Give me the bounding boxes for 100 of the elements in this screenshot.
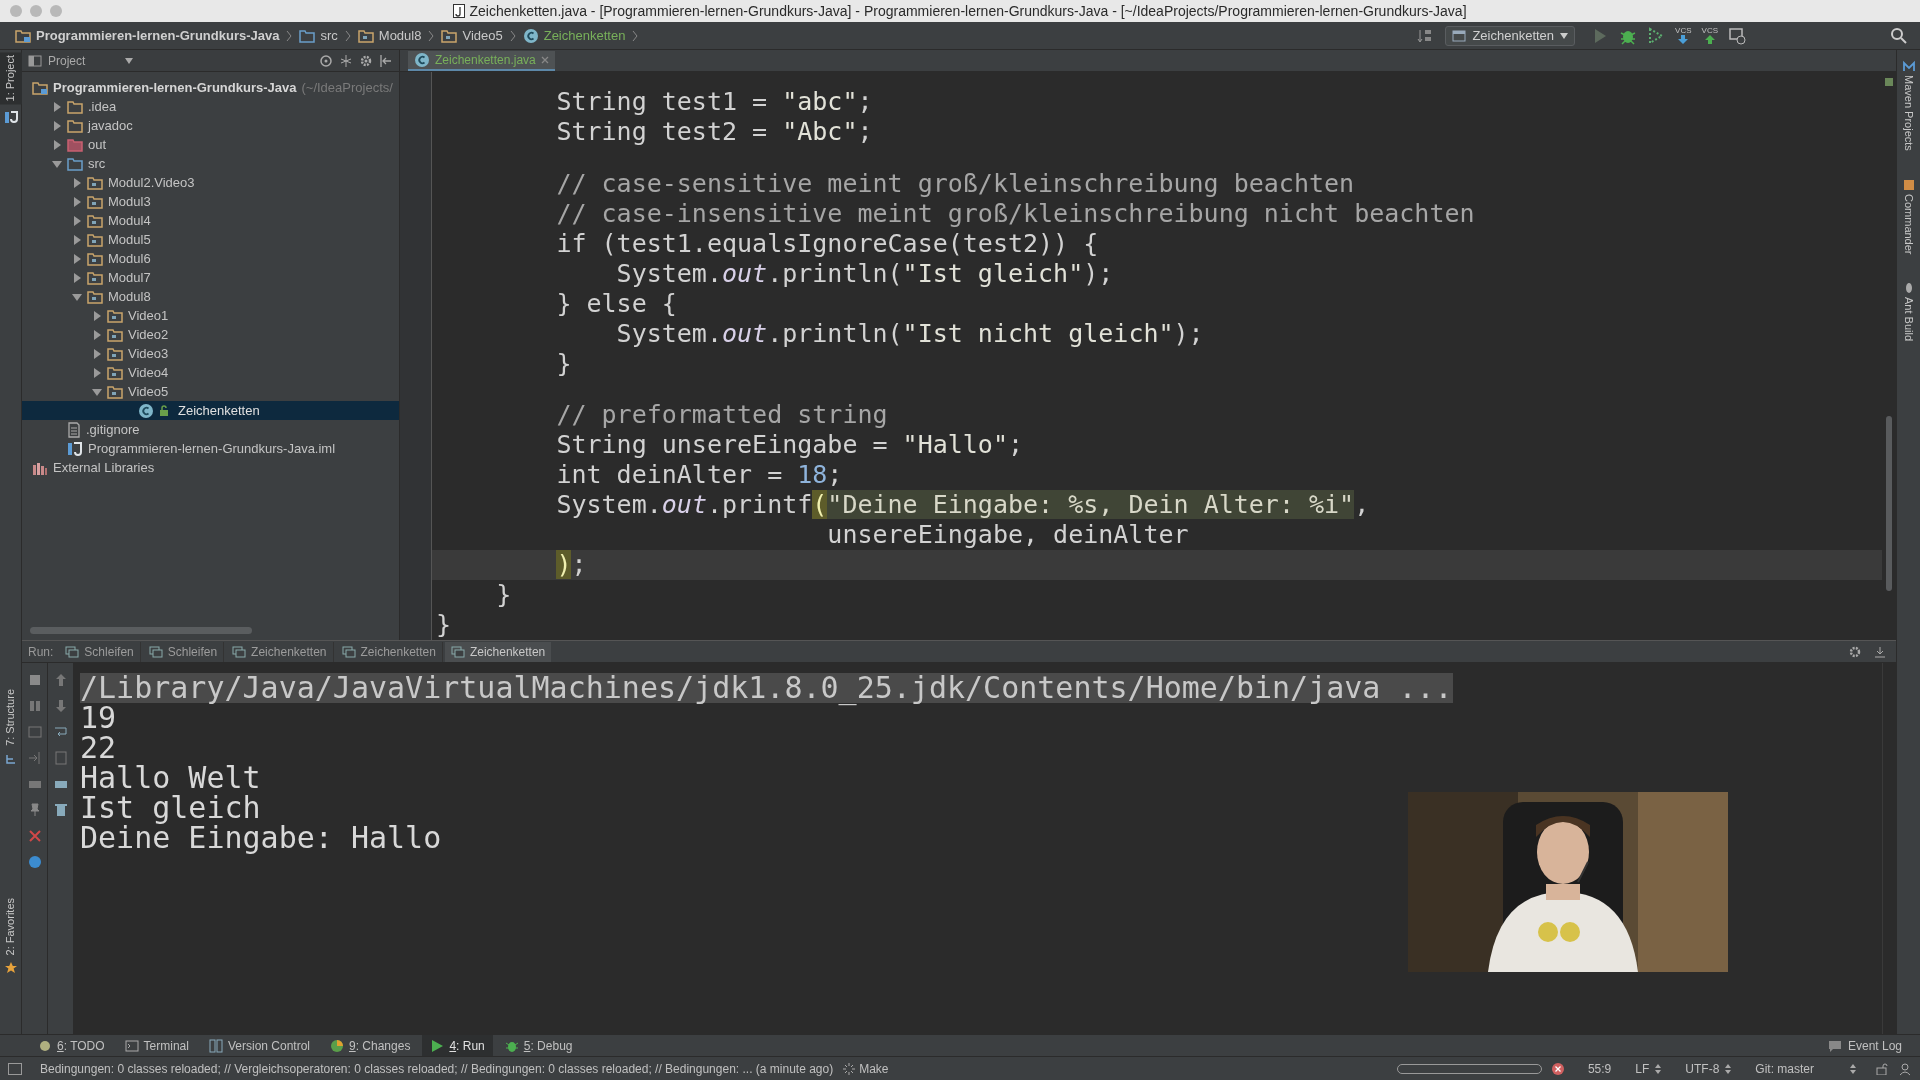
- scrollbar-thumb[interactable]: [1886, 416, 1892, 591]
- code-line: } else {: [555, 288, 677, 318]
- star-icon: [4, 962, 17, 974]
- tree-item[interactable]: javadoc: [88, 115, 133, 136]
- tree-item[interactable]: Modul7: [108, 267, 151, 288]
- git-branch-selector[interactable]: Git: master: [1755, 1059, 1856, 1078]
- trash-icon[interactable]: [53, 803, 68, 817]
- updown-arrow-icon: [1725, 1063, 1732, 1074]
- stop-icon[interactable]: [27, 673, 42, 687]
- collapse-arrow-icon[interactable]: [52, 158, 62, 169]
- tool-window-button[interactable]: 9: Changes: [322, 1034, 419, 1057]
- caret-position[interactable]: 55:9: [1587, 1059, 1612, 1078]
- tool-window-tab[interactable]: 7: Structure: [0, 685, 23, 749]
- scrollbar-thumb[interactable]: [30, 626, 252, 634]
- console-output: Hallo Welt: [80, 763, 261, 793]
- tree-item[interactable]: Programmieren-lernen-Grundkurs-Java.iml: [88, 438, 336, 459]
- tree-item[interactable]: Video5: [128, 381, 169, 402]
- target-icon[interactable]: [319, 53, 333, 68]
- breadcrumb-item[interactable]: Video5: [462, 25, 503, 46]
- pause-icon[interactable]: [27, 699, 42, 713]
- tool-window-tab[interactable]: Commander: [1900, 193, 1917, 255]
- tree-item[interactable]: Modul3: [108, 191, 151, 212]
- tool-window-tab[interactable]: Maven Projects: [1900, 75, 1917, 151]
- collapse-arrow-icon[interactable]: [72, 291, 82, 302]
- tree-item[interactable]: Modul6: [108, 248, 151, 269]
- tree-item[interactable]: src: [88, 153, 106, 174]
- expand-arrow-icon[interactable]: [52, 120, 62, 131]
- tool-window-tab[interactable]: Ant Build: [1900, 297, 1917, 342]
- expand-arrow-icon[interactable]: [92, 310, 102, 321]
- expand-arrow-icon[interactable]: [72, 234, 82, 245]
- tool-window-button[interactable]: 5: Debug: [496, 1034, 581, 1057]
- panel-toggle-button[interactable]: [8, 1062, 22, 1075]
- package-icon: [107, 346, 123, 361]
- tree-item[interactable]: .idea: [88, 96, 117, 117]
- expand-arrow-icon[interactable]: [92, 367, 102, 378]
- tree-item[interactable]: Modul2.Video3: [108, 172, 195, 193]
- expand-arrow-icon[interactable]: [52, 101, 62, 112]
- tree-item[interactable]: Video4: [128, 362, 169, 383]
- tool-window-tab[interactable]: 1: Project: [0, 52, 23, 105]
- folder-icon: [67, 99, 83, 114]
- expand-arrow-icon[interactable]: [72, 272, 82, 283]
- expand-arrow-icon[interactable]: [72, 177, 82, 188]
- run-icon: [430, 1038, 445, 1053]
- encoding-selector[interactable]: UTF-8: [1685, 1059, 1732, 1078]
- tree-item[interactable]: Modul8: [108, 286, 151, 307]
- speech-bubble-icon: [1827, 1039, 1842, 1052]
- expand-arrow-icon[interactable]: [92, 348, 102, 359]
- folder-icon: [299, 28, 316, 43]
- search-icon[interactable]: [1890, 26, 1908, 45]
- breadcrumb-item[interactable]: Modul8: [378, 25, 422, 46]
- line-separator-selector[interactable]: LF: [1635, 1059, 1662, 1078]
- hide-icon: [1874, 645, 1886, 658]
- tool-window-tab[interactable]: 2: Favorites: [0, 894, 23, 958]
- close-icon[interactable]: [27, 829, 42, 843]
- terminal-icon: [124, 1038, 139, 1053]
- collapse-arrow-icon[interactable]: [92, 386, 102, 397]
- tree-item[interactable]: Modul4: [108, 210, 151, 231]
- libraries-icon: [32, 460, 48, 475]
- hide-icon[interactable]: [379, 53, 393, 68]
- history-icon[interactable]: [1728, 26, 1746, 45]
- tree-item[interactable]: Modul5: [108, 229, 151, 250]
- run-tab[interactable]: Zeichenketten: [444, 641, 552, 662]
- project-root-label[interactable]: Programmieren-lernen-Grundkurs-Java: [53, 77, 297, 98]
- close-icon: [540, 56, 549, 64]
- tool-window-button[interactable]: Version Control: [200, 1034, 318, 1057]
- project-view-dropdown[interactable]: Project: [48, 51, 134, 70]
- tool-window-button[interactable]: 4: Run: [422, 1034, 493, 1057]
- expand-arrow-icon[interactable]: [72, 215, 82, 226]
- tree-item[interactable]: Video1: [128, 305, 169, 326]
- folder-icon: [32, 80, 48, 95]
- breadcrumb-item[interactable]: Zeichenketten: [543, 25, 626, 46]
- tree-item[interactable]: out: [88, 134, 107, 155]
- chevron-icon: [428, 29, 435, 42]
- down-arrow-icon[interactable]: [1678, 35, 1689, 44]
- settings-icon: [1848, 644, 1862, 659]
- tree-item[interactable]: .gitignore: [86, 419, 140, 440]
- event-log-button[interactable]: Event Log: [1827, 1036, 1902, 1055]
- structure-icon: [4, 752, 17, 765]
- run-configuration-dropdown[interactable]: Zeichenketten: [1445, 25, 1576, 46]
- console-output: Ist gleich: [80, 793, 261, 823]
- collapse-icon[interactable]: [339, 53, 353, 68]
- tree-item[interactable]: Video2: [128, 324, 169, 345]
- updown-arrow-icon: [1850, 1063, 1856, 1074]
- tool-window-button[interactable]: 6: TODO: [30, 1034, 113, 1057]
- code-line: System.out.println("Ist gleich");: [615, 258, 1114, 288]
- expand-arrow-icon[interactable]: [52, 139, 62, 150]
- wrap-icon[interactable]: [53, 725, 68, 739]
- expand-arrow-icon[interactable]: [72, 253, 82, 264]
- tool-window-button[interactable]: Terminal: [116, 1034, 197, 1057]
- expand-arrow-icon[interactable]: [92, 329, 102, 340]
- breadcrumb-item[interactable]: Programmieren-lernen-Grundkurs-Java: [36, 25, 280, 46]
- module-icon: [3, 110, 18, 125]
- up-arrow-icon[interactable]: [1704, 35, 1715, 44]
- tree-item[interactable]: External Libraries: [53, 457, 155, 478]
- breadcrumb-item[interactable]: src: [320, 25, 338, 46]
- window-icon: [341, 645, 356, 658]
- import-icon[interactable]: [27, 751, 42, 765]
- expand-arrow-icon[interactable]: [72, 196, 82, 207]
- settings-icon[interactable]: [359, 53, 373, 68]
- tree-item[interactable]: Video3: [128, 343, 169, 364]
